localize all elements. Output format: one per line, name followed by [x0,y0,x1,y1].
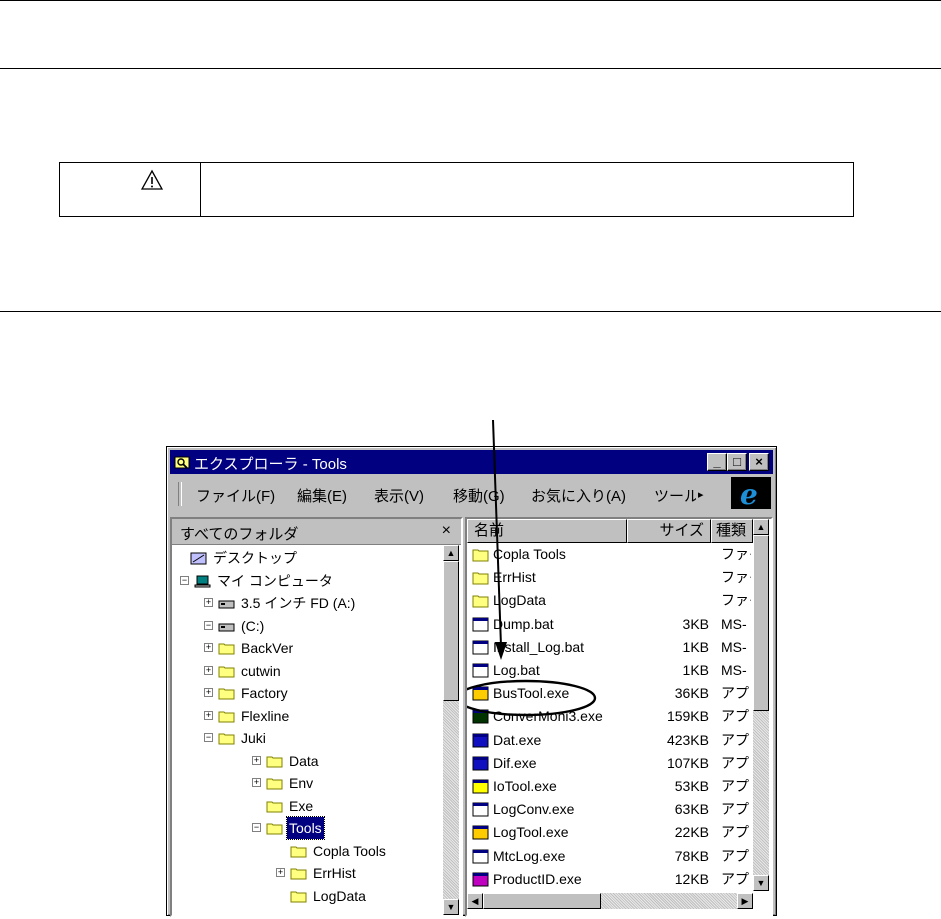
pointer-arrow [492,419,507,660]
